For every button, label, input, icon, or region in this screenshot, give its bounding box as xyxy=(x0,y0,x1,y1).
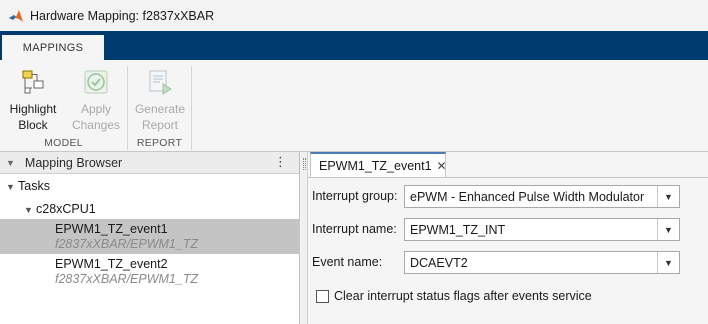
clear-flags-checkbox[interactable] xyxy=(316,289,329,303)
editor-panel: EPWM1_TZ_event1 ✕ Interrupt group: ePWM … xyxy=(308,152,708,324)
chevron-down-icon[interactable]: ▼ xyxy=(657,252,679,273)
panel-splitter[interactable] xyxy=(301,152,308,324)
tree-label-event2: EPWM1_TZ_event2 xyxy=(55,257,168,271)
kebab-menu-icon[interactable]: ⋮ xyxy=(274,154,287,170)
highlight-label-line1: Highlight xyxy=(9,102,57,116)
interrupt-group-label: Interrupt group: xyxy=(312,189,398,203)
chevron-down-icon[interactable]: ▼ xyxy=(657,186,679,207)
clear-flags-option[interactable]: Clear interrupt status flags after event… xyxy=(316,289,592,303)
mapping-browser-header[interactable]: ▼ Mapping Browser ⋮ xyxy=(0,152,299,174)
apply-label-line2: Changes xyxy=(71,118,121,132)
event-name-select[interactable]: DCAEVT2 ▼ xyxy=(404,251,680,274)
tab-label: EPWM1_TZ_event1 xyxy=(319,158,432,173)
tab-epwm1-tz-event1[interactable]: EPWM1_TZ_event1 ✕ xyxy=(310,152,447,177)
window-title: Hardware Mapping: f2837xXBAR xyxy=(30,8,215,23)
chevron-down-icon[interactable]: ▼ xyxy=(6,158,15,168)
highlight-label-line2: Block xyxy=(18,118,48,132)
event-name-label: Event name: xyxy=(312,255,383,269)
clear-flags-label: Clear interrupt status flags after event… xyxy=(334,289,592,303)
generate-label-line2: Report xyxy=(141,118,178,132)
tree-label-tasks: Tasks xyxy=(18,179,50,193)
title-bar: Hardware Mapping: f2837xXBAR xyxy=(0,0,708,31)
tab-baseline xyxy=(308,177,708,178)
mapping-browser-panel: ▼ Mapping Browser ⋮ ▼ Tasks ▼ c28xCPU1 EPW… xyxy=(0,152,300,324)
chevron-down-icon[interactable]: ▼ xyxy=(6,182,18,192)
interrupt-name-label: Interrupt name: xyxy=(312,222,397,236)
matlab-logo-icon xyxy=(9,9,23,22)
apply-changes-button[interactable]: Apply Changes xyxy=(66,66,126,136)
tree-path-event2: f2837xXBAR/EPWM1_TZ xyxy=(55,272,199,286)
chevron-down-icon[interactable]: ▼ xyxy=(657,219,679,240)
tree-label-event1: EPWM1_TZ_event1 xyxy=(55,222,168,236)
generate-report-button[interactable]: Generate Report xyxy=(130,66,190,136)
tree-node-tasks[interactable]: ▼ Tasks xyxy=(0,179,300,193)
close-icon[interactable]: ✕ xyxy=(437,159,447,173)
generate-label-line1: Generate xyxy=(134,102,186,116)
tree-label-cpu: c28xCPU1 xyxy=(36,202,96,216)
highlight-block-button[interactable]: Highlight Block xyxy=(3,66,63,136)
splitter-grip-icon[interactable] xyxy=(303,158,306,170)
tree-node-event2[interactable]: EPWM1_TZ_event2 f2837xXBAR/EPWM1_TZ xyxy=(0,257,300,286)
report-section-label: REPORT xyxy=(136,137,183,149)
toolstrip: Highlight Block Apply Changes Generate R… xyxy=(0,60,708,152)
apply-changes-icon xyxy=(80,66,112,98)
model-section-label: MODEL xyxy=(44,137,83,149)
highlight-block-icon xyxy=(17,66,49,98)
section-divider xyxy=(191,66,192,150)
event-name-value: DCAEVT2 xyxy=(410,255,468,270)
interrupt-group-select[interactable]: ePWM - Enhanced Pulse Width Modulator ▼ xyxy=(404,185,680,208)
generate-report-icon xyxy=(144,66,176,98)
mapping-browser-title: Mapping Browser xyxy=(24,155,123,170)
tree-node-cpu[interactable]: ▼ c28xCPU1 xyxy=(0,202,300,216)
apply-label-line1: Apply xyxy=(80,102,111,116)
interrupt-group-value: ePWM - Enhanced Pulse Width Modulator xyxy=(410,189,645,204)
tree-path-event1: f2837xXBAR/EPWM1_TZ xyxy=(55,237,199,251)
interrupt-name-select[interactable]: EPWM1_TZ_INT ▼ xyxy=(404,218,680,241)
tree-node-event1[interactable]: EPWM1_TZ_event1 f2837xXBAR/EPWM1_TZ xyxy=(0,222,300,251)
interrupt-name-value: EPWM1_TZ_INT xyxy=(410,222,506,237)
ribbon-tab-bar: MAPPINGS xyxy=(0,31,708,60)
tab-mappings[interactable]: MAPPINGS xyxy=(2,35,104,60)
chevron-down-icon[interactable]: ▼ xyxy=(24,205,36,215)
